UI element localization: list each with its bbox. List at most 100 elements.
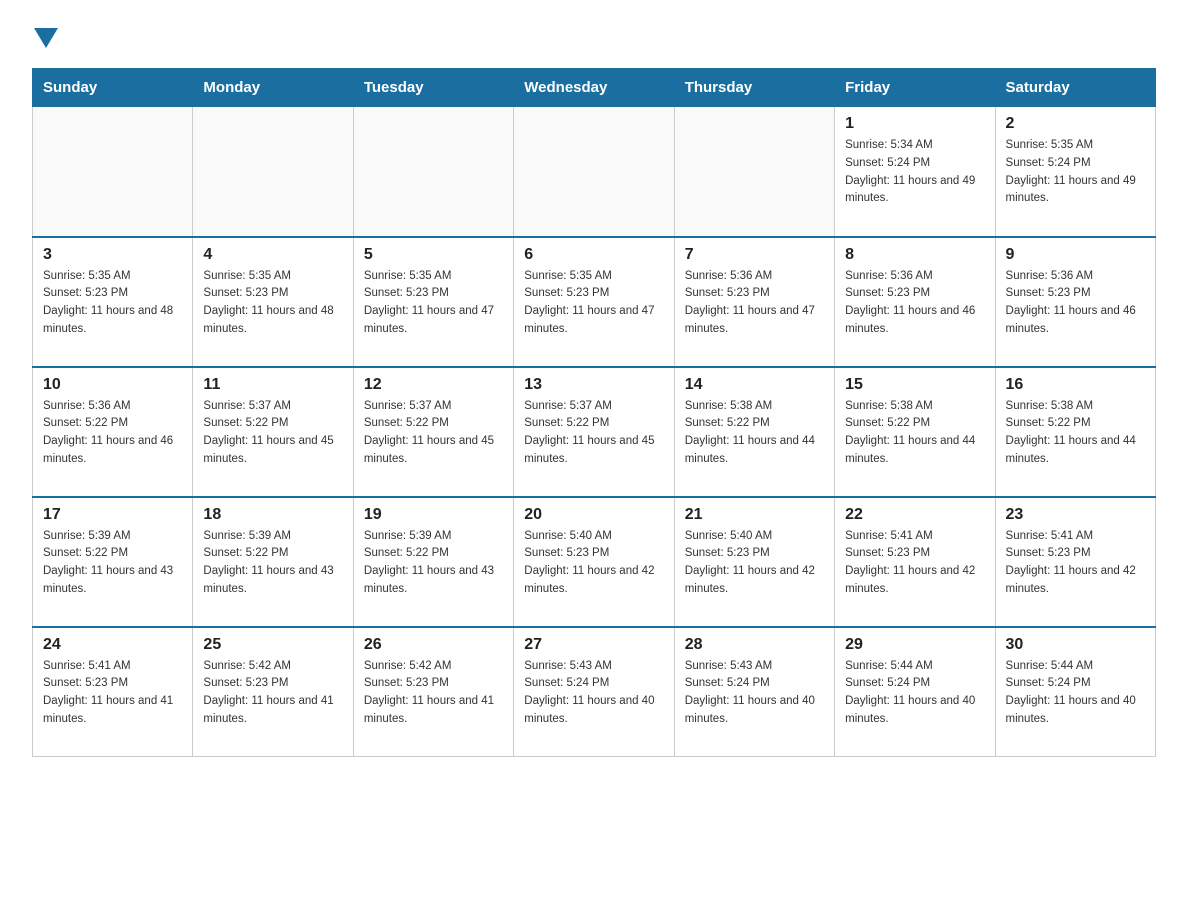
day-number: 1 — [845, 115, 984, 133]
day-number: 25 — [203, 636, 342, 654]
calendar-table: SundayMondayTuesdayWednesdayThursdayFrid… — [32, 68, 1156, 757]
day-number: 24 — [43, 636, 182, 654]
calendar-day-cell: 19 Sunrise: 5:39 AMSunset: 5:22 PMDayligh… — [353, 497, 513, 627]
calendar-day-cell: 8 Sunrise: 5:36 AMSunset: 5:23 PMDaylight… — [835, 237, 995, 367]
calendar-day-cell — [193, 107, 353, 237]
day-info: Sunrise: 5:39 AMSunset: 5:22 PMDaylight:… — [364, 528, 503, 599]
calendar-day-cell: 14Sunrise: 5:38 AMSunset: 5:22 PMDayligh… — [674, 367, 834, 497]
calendar-day-cell: 15 Sunrise: 5:38 AMSunset: 5:22 PMDayligh… — [835, 367, 995, 497]
calendar-day-cell: 26Sunrise: 5:42 AMSunset: 5:23 PMDayligh… — [353, 627, 513, 757]
day-number: 11 — [203, 376, 342, 394]
calendar-day-cell — [353, 107, 513, 237]
day-info: Sunrise: 5:36 AMSunset: 5:23 PMDaylight:… — [685, 268, 824, 339]
day-number: 16 — [1006, 376, 1145, 394]
calendar-day-cell: 2Sunrise: 5:35 AMSunset: 5:24 PMDaylight… — [995, 107, 1155, 237]
calendar-day-cell: 7 Sunrise: 5:36 AMSunset: 5:23 PMDaylight… — [674, 237, 834, 367]
day-number: 15 — [845, 376, 984, 394]
calendar-day-cell: 11 Sunrise: 5:37 AMSunset: 5:22 PMDayligh… — [193, 367, 353, 497]
day-info: Sunrise: 5:35 AMSunset: 5:23 PMDaylight:… — [43, 268, 182, 339]
weekday-header-saturday: Saturday — [995, 69, 1155, 107]
day-number: 9 — [1006, 246, 1145, 264]
day-info: Sunrise: 5:36 AMSunset: 5:22 PMDaylight:… — [43, 398, 182, 469]
day-number: 10 — [43, 376, 182, 394]
day-number: 28 — [685, 636, 824, 654]
calendar-day-cell: 16 Sunrise: 5:38 AMSunset: 5:22 PMDayligh… — [995, 367, 1155, 497]
day-info: Sunrise: 5:40 AMSunset: 5:23 PMDaylight:… — [685, 528, 824, 599]
day-number: 7 — [685, 246, 824, 264]
day-number: 21 — [685, 506, 824, 524]
calendar-day-cell: 22 Sunrise: 5:41 AMSunset: 5:23 PMDayligh… — [835, 497, 995, 627]
day-number: 2 — [1006, 115, 1145, 133]
calendar-day-cell: 28 Sunrise: 5:43 AMSunset: 5:24 PMDayligh… — [674, 627, 834, 757]
day-info: Sunrise: 5:43 AMSunset: 5:24 PMDaylight:… — [685, 658, 824, 729]
weekday-header-sunday: Sunday — [33, 69, 193, 107]
day-info: Sunrise: 5:37 AMSunset: 5:22 PMDaylight:… — [524, 398, 663, 469]
calendar-week-row: 17 Sunrise: 5:39 AMSunset: 5:22 PMDayligh… — [33, 497, 1156, 627]
day-number: 8 — [845, 246, 984, 264]
day-info: Sunrise: 5:44 AMSunset: 5:24 PMDaylight:… — [1006, 658, 1145, 729]
day-number: 29 — [845, 636, 984, 654]
day-number: 4 — [203, 246, 342, 264]
calendar-day-cell: 24 Sunrise: 5:41 AMSunset: 5:23 PMDayligh… — [33, 627, 193, 757]
day-number: 22 — [845, 506, 984, 524]
day-number: 23 — [1006, 506, 1145, 524]
calendar-week-row: 10 Sunrise: 5:36 AMSunset: 5:22 PMDayligh… — [33, 367, 1156, 497]
day-number: 27 — [524, 636, 663, 654]
weekday-header-tuesday: Tuesday — [353, 69, 513, 107]
logo-triangle-icon — [34, 28, 58, 48]
weekday-header-thursday: Thursday — [674, 69, 834, 107]
day-number: 17 — [43, 506, 182, 524]
page-header — [32, 24, 1156, 48]
day-info: Sunrise: 5:41 AMSunset: 5:23 PMDaylight:… — [845, 528, 984, 599]
calendar-day-cell: 13 Sunrise: 5:37 AMSunset: 5:22 PMDayligh… — [514, 367, 674, 497]
day-info: Sunrise: 5:44 AMSunset: 5:24 PMDaylight:… — [845, 658, 984, 729]
day-info: Sunrise: 5:37 AMSunset: 5:22 PMDaylight:… — [203, 398, 342, 469]
day-info: Sunrise: 5:36 AMSunset: 5:23 PMDaylight:… — [845, 268, 984, 339]
calendar-day-cell — [33, 107, 193, 237]
day-info: Sunrise: 5:42 AMSunset: 5:23 PMDaylight:… — [364, 658, 503, 729]
day-info: Sunrise: 5:36 AMSunset: 5:23 PMDaylight:… — [1006, 268, 1145, 339]
calendar-day-cell: 21 Sunrise: 5:40 AMSunset: 5:23 PMDayligh… — [674, 497, 834, 627]
calendar-day-cell: 29 Sunrise: 5:44 AMSunset: 5:24 PMDayligh… — [835, 627, 995, 757]
calendar-week-row: 3Sunrise: 5:35 AMSunset: 5:23 PMDaylight… — [33, 237, 1156, 367]
day-info: Sunrise: 5:41 AMSunset: 5:23 PMDaylight:… — [43, 658, 182, 729]
day-number: 18 — [203, 506, 342, 524]
calendar-day-cell: 5 Sunrise: 5:35 AMSunset: 5:23 PMDaylight… — [353, 237, 513, 367]
weekday-header-friday: Friday — [835, 69, 995, 107]
calendar-week-row: 24 Sunrise: 5:41 AMSunset: 5:23 PMDayligh… — [33, 627, 1156, 757]
day-number: 13 — [524, 376, 663, 394]
calendar-day-cell: 17Sunrise: 5:39 AMSunset: 5:22 PMDayligh… — [33, 497, 193, 627]
day-number: 19 — [364, 506, 503, 524]
calendar-day-cell: 9 Sunrise: 5:36 AMSunset: 5:23 PMDaylight… — [995, 237, 1155, 367]
calendar-day-cell: 4 Sunrise: 5:35 AMSunset: 5:23 PMDaylight… — [193, 237, 353, 367]
day-info: Sunrise: 5:35 AMSunset: 5:23 PMDaylight:… — [364, 268, 503, 339]
calendar-day-cell: 20 Sunrise: 5:40 AMSunset: 5:23 PMDayligh… — [514, 497, 674, 627]
calendar-header-row: SundayMondayTuesdayWednesdayThursdayFrid… — [33, 69, 1156, 107]
day-info: Sunrise: 5:34 AMSunset: 5:24 PMDaylight:… — [845, 137, 984, 208]
day-info: Sunrise: 5:35 AMSunset: 5:23 PMDaylight:… — [524, 268, 663, 339]
calendar-day-cell: 27 Sunrise: 5:43 AMSunset: 5:24 PMDayligh… — [514, 627, 674, 757]
day-info: Sunrise: 5:35 AMSunset: 5:23 PMDaylight:… — [203, 268, 342, 339]
day-number: 20 — [524, 506, 663, 524]
calendar-day-cell: 10 Sunrise: 5:36 AMSunset: 5:22 PMDayligh… — [33, 367, 193, 497]
calendar-day-cell: 25 Sunrise: 5:42 AMSunset: 5:23 PMDayligh… — [193, 627, 353, 757]
logo — [32, 24, 58, 48]
calendar-day-cell: 1 Sunrise: 5:34 AMSunset: 5:24 PMDaylight… — [835, 107, 995, 237]
day-info: Sunrise: 5:38 AMSunset: 5:22 PMDaylight:… — [1006, 398, 1145, 469]
day-info: Sunrise: 5:37 AMSunset: 5:22 PMDaylight:… — [364, 398, 503, 469]
calendar-day-cell: 12Sunrise: 5:37 AMSunset: 5:22 PMDayligh… — [353, 367, 513, 497]
calendar-day-cell — [514, 107, 674, 237]
calendar-day-cell — [674, 107, 834, 237]
day-number: 30 — [1006, 636, 1145, 654]
day-info: Sunrise: 5:38 AMSunset: 5:22 PMDaylight:… — [845, 398, 984, 469]
day-info: Sunrise: 5:42 AMSunset: 5:23 PMDaylight:… — [203, 658, 342, 729]
calendar-day-cell: 23Sunrise: 5:41 AMSunset: 5:23 PMDayligh… — [995, 497, 1155, 627]
day-info: Sunrise: 5:43 AMSunset: 5:24 PMDaylight:… — [524, 658, 663, 729]
weekday-header-wednesday: Wednesday — [514, 69, 674, 107]
calendar-week-row: 1 Sunrise: 5:34 AMSunset: 5:24 PMDaylight… — [33, 107, 1156, 237]
day-number: 14 — [685, 376, 824, 394]
day-info: Sunrise: 5:39 AMSunset: 5:22 PMDaylight:… — [203, 528, 342, 599]
day-info: Sunrise: 5:40 AMSunset: 5:23 PMDaylight:… — [524, 528, 663, 599]
day-number: 6 — [524, 246, 663, 264]
day-number: 5 — [364, 246, 503, 264]
